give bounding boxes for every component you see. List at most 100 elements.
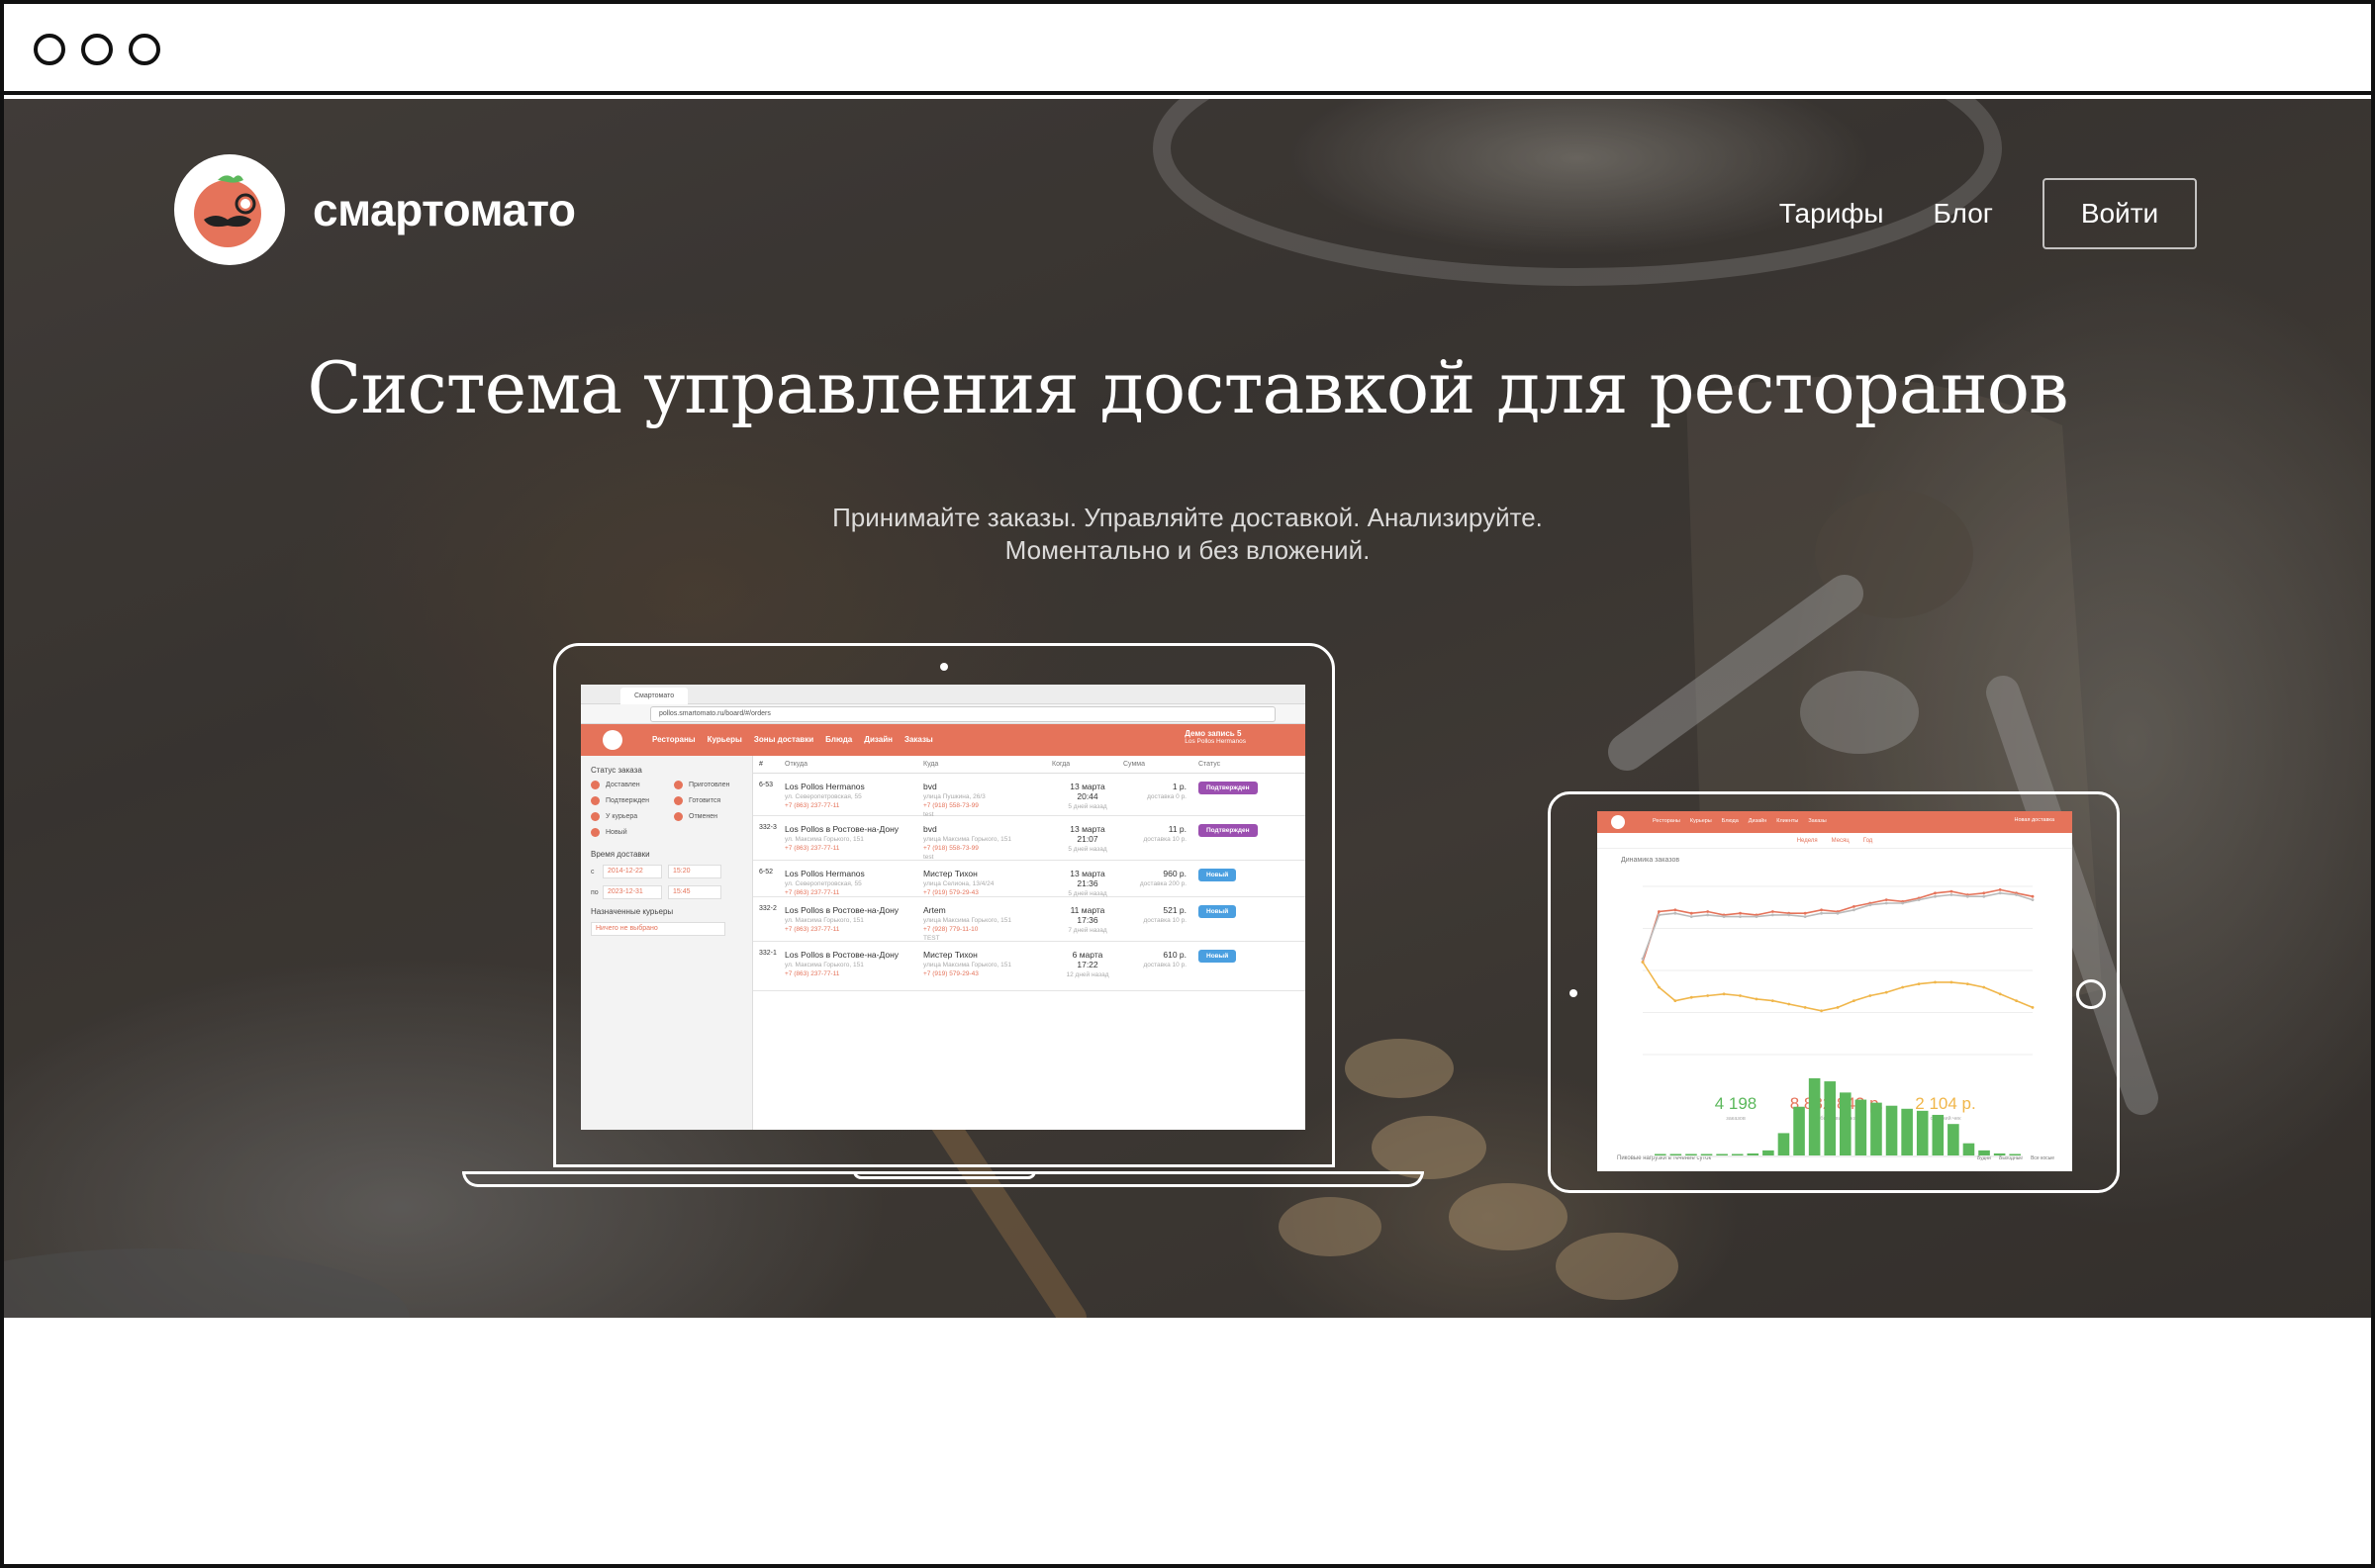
- mock-checkbox-icon: [591, 781, 600, 789]
- order-date: 6 марта: [1072, 950, 1103, 960]
- line-chart-point: [1658, 913, 1661, 917]
- line-chart-point: [1868, 903, 1872, 907]
- order-id: 6-52: [759, 869, 774, 876]
- mock-status-option: Новый: [606, 829, 627, 836]
- order-to-name: Мистер Тихон: [923, 950, 978, 960]
- mock-checkbox-icon: [674, 781, 683, 789]
- order-ago: 5 дней назад: [1068, 890, 1107, 897]
- window-titlebar: [4, 4, 2371, 95]
- line-chart-point: [1689, 911, 1693, 915]
- mock-tablet-period-tabs: Неделя Месяц Год: [1597, 833, 2072, 849]
- line-chart-point: [1901, 985, 1905, 989]
- line-chart-point: [1689, 915, 1693, 918]
- order-sum-note: доставка 200 р.: [1139, 880, 1187, 887]
- order-sum: 610 р.: [1163, 950, 1187, 960]
- mock-app-nav: Рестораны Курьеры Зоны доставки Блюда Ди…: [652, 735, 933, 744]
- line-chart-point: [1884, 901, 1888, 905]
- nav-link-tariffs[interactable]: Тарифы: [1779, 198, 1884, 230]
- mock-nav-item: Заказы: [903, 735, 933, 744]
- window-control-maximize[interactable]: [129, 34, 160, 65]
- line-chart-point: [1982, 985, 1986, 989]
- peak-load-bar: [2009, 1153, 2021, 1155]
- hero-section: смартомато Тарифы Блог Войти Система упр…: [4, 99, 2371, 1318]
- mock-tablet-nav: Рестораны Курьеры Блюда Дизайн Клиенты З…: [1653, 818, 1827, 824]
- top-navigation: Тарифы Блог Войти: [1779, 178, 2197, 249]
- peak-load-bar: [1793, 1106, 1805, 1155]
- order-from-cell: Los Pollos в Ростове-на-Дону ул. Максима …: [785, 824, 923, 860]
- peak-load-bar: [1747, 1153, 1759, 1155]
- order-from-phone: +7 (863) 237-77-11: [785, 970, 840, 977]
- line-chart-point: [1787, 1002, 1791, 1006]
- mock-order-row: 332-3 Los Pollos в Ростове-на-Дону ул. Мак…: [753, 816, 1305, 861]
- order-status-badge: Подтвержден: [1198, 824, 1258, 837]
- mock-col-header: Откуда: [785, 761, 808, 768]
- peak-load-bar: [1685, 1153, 1697, 1155]
- mock-user-name: Демо запись 5: [1185, 729, 1242, 738]
- order-from-phone: +7 (863) 237-77-11: [785, 926, 840, 933]
- order-to-note: test: [923, 811, 934, 818]
- brand-name: смартомато: [313, 184, 576, 235]
- mock-filter-status-title: Статус заказа: [591, 766, 642, 775]
- peak-load-bar: [1993, 1153, 2006, 1155]
- mock-tablet-nav-item: Курьеры: [1689, 818, 1712, 824]
- order-time: 21:36: [1077, 878, 1098, 888]
- line-chart-point: [1884, 898, 1888, 901]
- mock-address-row: pollos.smartomato.ru/board/#/orders: [581, 704, 1305, 724]
- order-from-phone: +7 (863) 237-77-11: [785, 845, 840, 852]
- line-chart-point: [1706, 994, 1710, 997]
- mock-app-header: Рестораны Курьеры Зоны доставки Блюда Ди…: [581, 724, 1305, 756]
- window-control-close[interactable]: [34, 34, 65, 65]
- line-chart-point: [1820, 1009, 1823, 1013]
- line-chart-point: [1803, 1006, 1807, 1009]
- line-chart-series: [1642, 891, 2034, 960]
- line-chart-series: [1642, 962, 2034, 1012]
- line-chart-point: [1965, 982, 1969, 985]
- order-time: 20:44: [1077, 791, 1098, 801]
- order-to-phone: +7 (918) 558-73-99: [923, 802, 979, 809]
- mock-to-time: 15:45: [668, 885, 721, 899]
- order-status-badge: Новый: [1198, 950, 1237, 963]
- line-chart-point: [1673, 908, 1677, 912]
- order-to-address: улица Максима Горького, 151: [923, 962, 1011, 968]
- brand-logo[interactable]: смартомато: [174, 154, 576, 265]
- order-status-badge: Подтвержден: [1198, 782, 1258, 794]
- order-to-phone: +7 (928) 779-11-10: [923, 926, 979, 933]
- peak-load-bar: [1840, 1092, 1852, 1155]
- peak-load-bar: [1978, 1150, 1990, 1155]
- mock-col-header: Статус: [1198, 761, 1221, 768]
- order-time: 17:22: [1077, 960, 1098, 969]
- order-to-note: test: [923, 854, 934, 861]
- peak-load-bar: [1669, 1153, 1682, 1155]
- nav-link-blog[interactable]: Блог: [1934, 198, 1994, 230]
- order-date: 13 марта: [1070, 824, 1105, 834]
- order-to-address: улица Пушкина, 26/3: [923, 793, 986, 800]
- line-chart-point: [1755, 915, 1758, 918]
- line-chart-point: [1852, 999, 1855, 1002]
- window-control-minimize[interactable]: [81, 34, 113, 65]
- order-from-address: ул. Максима Горького, 151: [785, 962, 864, 968]
- mock-nav-item: Курьеры: [707, 735, 742, 744]
- order-id: 332-1: [759, 950, 777, 957]
- order-to-note: TEST: [923, 935, 940, 942]
- line-chart-point: [1803, 915, 1807, 918]
- line-chart-point: [1868, 994, 1872, 997]
- tablet-home-button: [2076, 979, 2106, 1009]
- line-chart-point: [1706, 913, 1710, 917]
- order-from-name: Los Pollos Hermanos: [785, 869, 865, 878]
- order-sum-note: доставка 10 р.: [1143, 962, 1188, 968]
- order-to-name: Мистер Тихон: [923, 869, 978, 878]
- login-button[interactable]: Войти: [2042, 178, 2197, 249]
- laptop-camera-icon: [940, 663, 948, 671]
- order-ago: 12 дней назад: [1066, 971, 1109, 978]
- line-chart-point: [1836, 1006, 1840, 1009]
- hero-subtitle-line2: Моментально и без вложений.: [1004, 535, 1371, 565]
- line-chart-point: [1949, 980, 1953, 984]
- laptop-screen-orders-board: Смартомато pollos.smartomato.ru/board/#/…: [581, 685, 1305, 1130]
- order-id-cell: 6-53: [759, 782, 785, 815]
- order-status-cell: Подтвержден: [1187, 782, 1299, 815]
- line-chart-point: [1965, 894, 1969, 898]
- order-sum: 1 р.: [1172, 782, 1187, 791]
- line-chart-point: [1722, 992, 1726, 996]
- laptop-notch: [853, 1171, 1036, 1179]
- mock-tablet-nav-item: Рестораны: [1653, 818, 1680, 824]
